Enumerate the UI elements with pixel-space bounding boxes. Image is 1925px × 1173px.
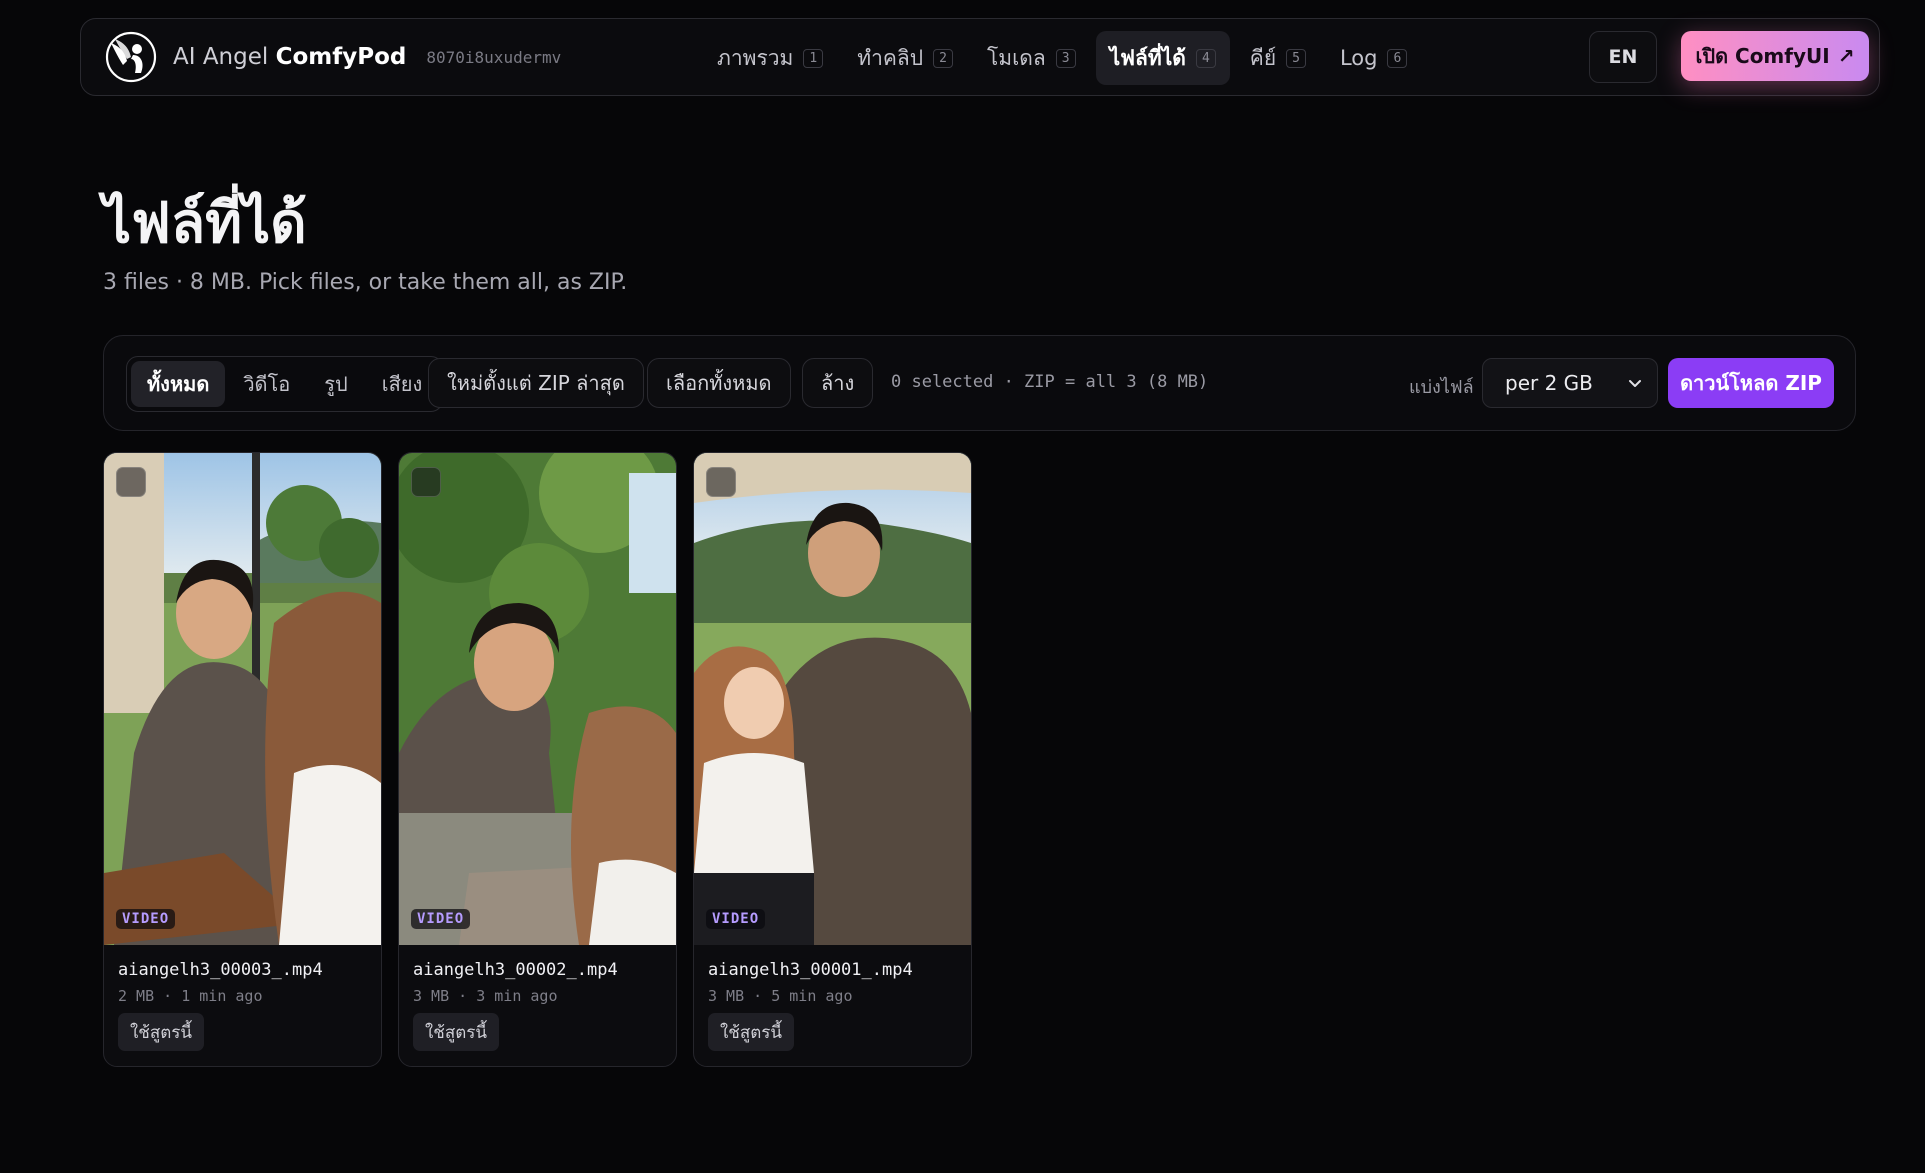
file-type-badge: VIDEO — [706, 909, 766, 929]
brand-name: AI Angel ComfyPod — [173, 44, 406, 70]
instance-id: 8070i8uxudermv — [426, 47, 562, 67]
use-recipe-button[interactable]: ใช้สูตรนี้ — [118, 1013, 205, 1051]
shortcut-key: 1 — [803, 48, 824, 68]
filter-image[interactable]: รูป — [308, 361, 363, 407]
tab-label: ภาพรวม — [717, 45, 794, 70]
file-name: aiangelh3_00001_.mp4 — [708, 960, 913, 980]
file-name: aiangelh3_00002_.mp4 — [413, 960, 618, 980]
shortcut-key: 2 — [933, 48, 953, 68]
open-comfyui-button[interactable]: เปิด ComfyUI ↗ — [1681, 31, 1869, 81]
page-subtitle: 3 files · 8 MB. Pick files, or take them… — [103, 270, 628, 295]
external-link-icon: ↗ — [1837, 44, 1855, 68]
brand-prefix: AI Angel — [173, 44, 276, 70]
new-since-last-zip-button[interactable]: ใหม่ตั้งแต่ ZIP ล่าสุด — [428, 358, 644, 408]
select-checkbox[interactable] — [706, 467, 736, 497]
filter-video[interactable]: วิดีโอ — [227, 361, 306, 407]
use-recipe-button[interactable]: ใช้สูตรนี้ — [708, 1013, 795, 1051]
tab-models[interactable]: โมเดล 3 — [973, 31, 1090, 85]
brand[interactable]: AI Angel ComfyPod 8070i8uxudermv — [103, 29, 561, 85]
main-tabs: ภาพรวม 1 ทำคลิป 2 โมเดล 3 ไฟล์ที่ได้ 4 ค… — [703, 19, 1421, 97]
angel-logo-icon — [103, 29, 159, 85]
language-toggle-button[interactable]: EN — [1589, 31, 1657, 83]
select-all-button[interactable]: เลือกทั้งหมด — [647, 358, 791, 408]
tab-label: Log — [1339, 46, 1378, 70]
chevron-down-icon — [1629, 380, 1641, 387]
select-checkbox[interactable] — [411, 467, 441, 497]
file-card[interactable]: VIDEO aiangelh3_00001_.mp4 3 MB · 5 min … — [693, 452, 972, 1067]
tab-outputs[interactable]: ไฟล์ที่ได้ 4 — [1095, 31, 1230, 85]
shortcut-key: 5 — [1286, 48, 1306, 68]
video-thumbnail[interactable]: VIDEO — [104, 453, 381, 945]
tab-log[interactable]: Log 6 — [1326, 31, 1421, 85]
file-card[interactable]: VIDEO aiangelh3_00002_.mp4 3 MB · 3 min … — [398, 452, 677, 1067]
tab-label: โมเดล — [986, 45, 1046, 70]
file-type-badge: VIDEO — [116, 909, 176, 929]
files-toolbar: ทั้งหมด วิดีโอ รูป เสียง ใหม่ตั้งแต่ ZIP… — [103, 335, 1856, 431]
use-recipe-button[interactable]: ใช้สูตรนี้ — [413, 1013, 500, 1051]
video-thumbnail[interactable]: VIDEO — [694, 453, 971, 945]
tab-label: ทำคลิป — [857, 45, 924, 70]
file-type-badge: VIDEO — [411, 909, 471, 929]
shortcut-key: 6 — [1387, 48, 1408, 68]
file-card[interactable]: VIDEO aiangelh3_00003_.mp4 2 MB · 1 min … — [103, 452, 382, 1067]
shortcut-key: 3 — [1055, 48, 1076, 68]
split-size-select[interactable]: per 2 GB — [1482, 358, 1658, 408]
file-meta: 3 MB · 3 min ago — [413, 987, 558, 1005]
tab-keys[interactable]: คีย์ 5 — [1236, 31, 1320, 85]
page: AI Angel ComfyPod 8070i8uxudermv ภาพรวม … — [0, 0, 1925, 1173]
file-name: aiangelh3_00003_.mp4 — [118, 960, 323, 980]
clear-selection-button[interactable]: ล้าง — [802, 358, 874, 408]
selection-status: 0 selected · ZIP = all 3 (8 MB) — [891, 372, 1209, 392]
type-filter: ทั้งหมด วิดีโอ รูป เสียง — [126, 356, 444, 412]
file-meta: 3 MB · 5 min ago — [708, 987, 853, 1005]
shortcut-key: 4 — [1195, 48, 1216, 68]
tab-make-clip[interactable]: ทำคลิป 2 — [843, 31, 967, 85]
tab-overview[interactable]: ภาพรวม 1 — [703, 31, 837, 85]
brand-product: ComfyPod — [275, 44, 407, 70]
split-size-value: per 2 GB — [1505, 371, 1593, 395]
tab-label: ไฟล์ที่ได้ — [1109, 45, 1186, 70]
select-checkbox[interactable] — [116, 467, 146, 497]
top-nav-bar: AI Angel ComfyPod 8070i8uxudermv ภาพรวม … — [80, 18, 1880, 96]
open-comfyui-label: เปิด ComfyUI — [1695, 44, 1830, 68]
filter-all[interactable]: ทั้งหมด — [131, 361, 226, 407]
split-label: แบ่งไฟล์ — [1409, 377, 1474, 398]
video-thumbnail[interactable]: VIDEO — [399, 453, 676, 945]
tab-label: คีย์ — [1249, 45, 1277, 70]
download-zip-button[interactable]: ดาวน์โหลด ZIP — [1668, 358, 1834, 408]
page-title: ไฟล์ที่ได้ — [103, 191, 307, 256]
file-meta: 2 MB · 1 min ago — [118, 987, 263, 1005]
